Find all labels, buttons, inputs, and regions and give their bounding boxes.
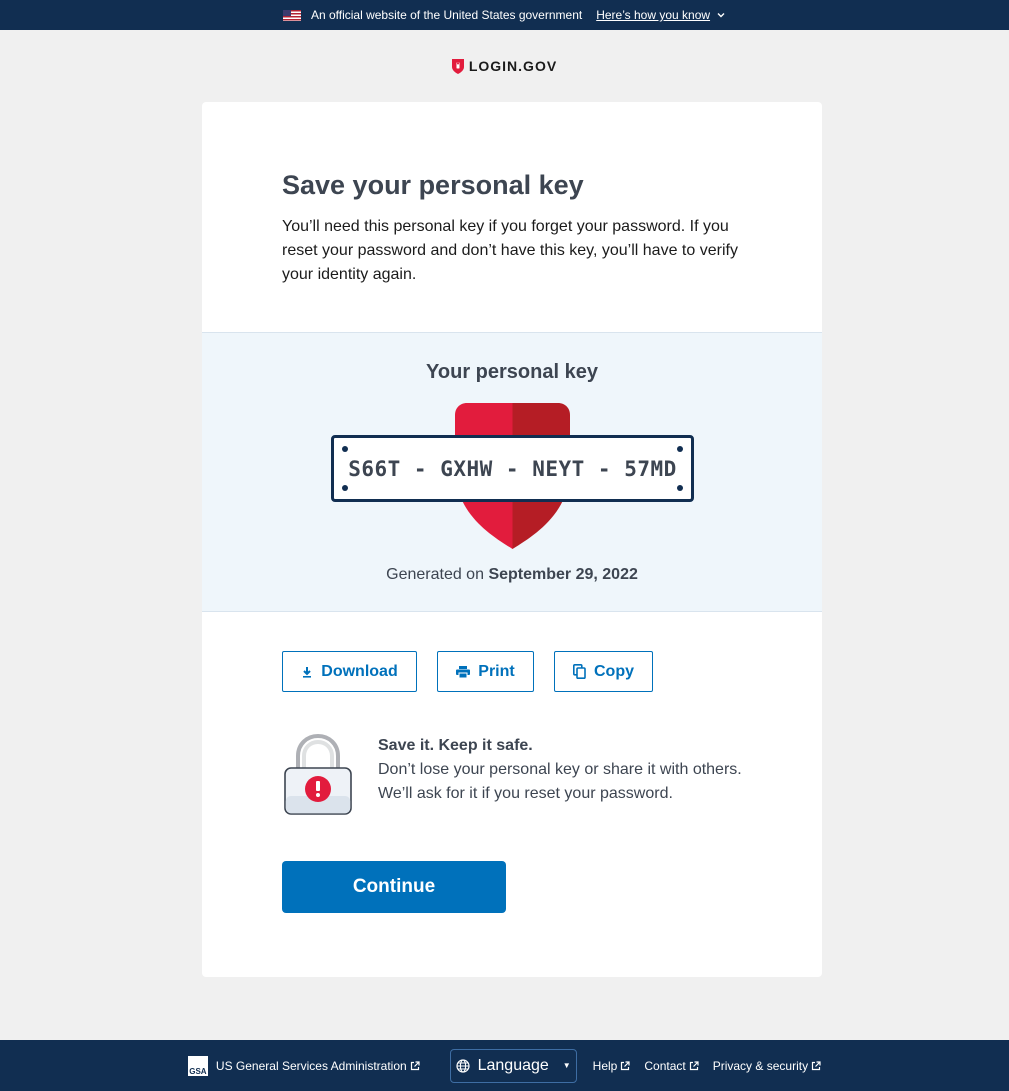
plate-dot: [677, 446, 683, 452]
printer-icon: [456, 665, 471, 678]
contact-label: Contact: [644, 1058, 686, 1073]
copy-icon: [573, 664, 586, 679]
download-label: Download: [321, 662, 398, 680]
privacy-security-link[interactable]: Privacy & security: [713, 1059, 821, 1073]
keep-safe-title: Save it. Keep it safe.: [378, 737, 533, 754]
personal-key-plate: S66T - GXHW - NEYT - 57MD: [331, 435, 694, 502]
heres-how-you-know-link[interactable]: Here’s how you know: [596, 8, 726, 22]
language-label: Language: [477, 1056, 549, 1074]
keep-safe-body: Don’t lose your personal key or share it…: [378, 761, 742, 802]
copy-button[interactable]: Copy: [554, 651, 653, 692]
chevron-down-icon: [717, 13, 725, 18]
privacy-label: Privacy & security: [712, 1058, 809, 1073]
plate-dot: [342, 485, 348, 491]
key-actions: Download Print Copy: [282, 651, 653, 692]
print-label: Print: [478, 662, 515, 680]
copy-label: Copy: [594, 662, 634, 680]
help-label: Help: [592, 1058, 618, 1073]
page-title: Save your personal key: [282, 170, 584, 200]
gsa-logo-icon: GSA: [187, 1055, 208, 1076]
globe-icon: [456, 1058, 470, 1073]
personal-key-section: Your personal key S66T - GXHW - NEYT - 5…: [202, 332, 822, 612]
generated-prefix: Generated on: [386, 566, 484, 583]
logo-text: LOGIN.GOV: [468, 58, 558, 74]
keep-safe-notice: Save it. Keep it safe. Don’t lose your p…: [282, 734, 748, 816]
gov-banner: An official website of the United States…: [0, 0, 1009, 30]
lock-warning-icon: [284, 734, 352, 815]
plate-dot: [677, 485, 683, 491]
personal-key-code: S66T - GXHW - NEYT - 57MD: [348, 456, 677, 481]
shield-logo-icon: [451, 58, 464, 74]
heres-how-you-know-label: Here’s how you know: [596, 8, 711, 22]
generated-date: September 29, 2022: [488, 566, 638, 583]
language-selector[interactable]: Language ▼: [449, 1048, 577, 1083]
us-flag-icon: [282, 9, 301, 21]
gov-banner-text: An official website of the United States…: [310, 8, 583, 22]
download-button[interactable]: Download: [282, 651, 417, 692]
intro-text: You’ll need this personal key if you for…: [282, 218, 738, 283]
help-link[interactable]: Help: [593, 1059, 631, 1073]
plate-dot: [342, 446, 348, 452]
main-card: Save your personal key You’ll need this …: [202, 102, 822, 977]
gsa-label: US General Services Administration: [215, 1058, 407, 1073]
footer: GSA US General Services Administration L…: [0, 1040, 1009, 1091]
continue-button[interactable]: Continue: [282, 861, 506, 913]
external-link-icon: [410, 1060, 420, 1070]
gsa-link[interactable]: US General Services Administration: [216, 1059, 420, 1073]
external-link-icon: [811, 1060, 821, 1070]
generated-on-text: Generated on September 29, 2022: [202, 566, 822, 584]
login-gov-logo[interactable]: LOGIN.GOV: [0, 30, 1009, 102]
personal-key-title: Your personal key: [426, 361, 598, 383]
external-link-icon: [621, 1060, 630, 1070]
caret-down-icon: ▼: [562, 1061, 571, 1070]
external-link-icon: [689, 1060, 699, 1070]
download-icon: [303, 666, 312, 678]
print-button[interactable]: Print: [437, 651, 534, 692]
contact-link[interactable]: Contact: [644, 1058, 699, 1073]
